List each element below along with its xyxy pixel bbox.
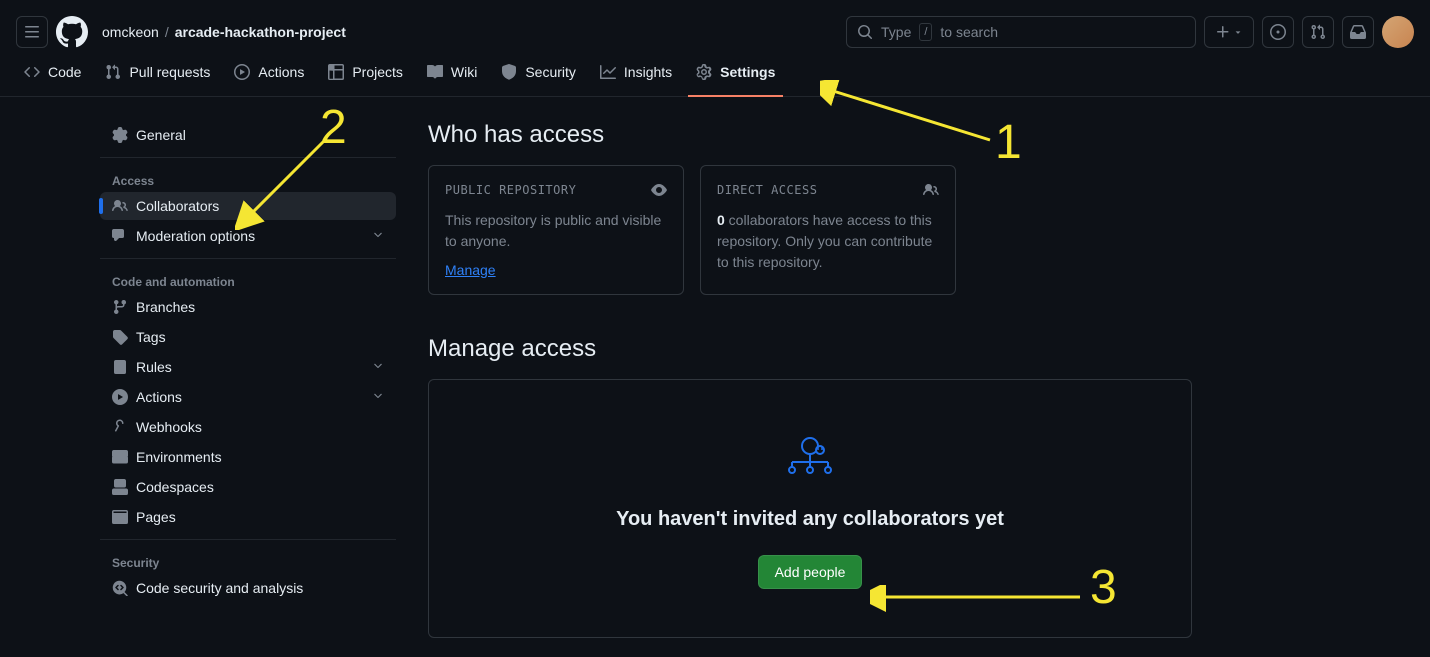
owner-link[interactable]: omckeon xyxy=(102,24,159,40)
search-icon xyxy=(857,24,873,40)
tab-wiki[interactable]: Wiki xyxy=(419,56,485,96)
breadcrumb: omckeon / arcade-hackathon-project xyxy=(102,24,346,40)
play-icon xyxy=(234,64,250,80)
sidebar-item-code-security[interactable]: Code security and analysis xyxy=(100,574,396,602)
server-icon xyxy=(112,449,128,465)
chevron-down-icon xyxy=(372,228,384,244)
sidebar-item-branches[interactable]: Branches xyxy=(100,293,396,321)
graph-icon xyxy=(600,64,616,80)
sidebar-heading-access: Access xyxy=(100,166,396,192)
hamburger-menu[interactable] xyxy=(16,16,48,48)
sidebar-item-moderation[interactable]: Moderation options xyxy=(100,222,396,250)
tab-actions[interactable]: Actions xyxy=(226,56,312,96)
codescan-icon xyxy=(112,580,128,596)
sidebar-heading-code: Code and automation xyxy=(100,267,396,293)
codespaces-icon xyxy=(112,479,128,495)
tab-security[interactable]: Security xyxy=(493,56,584,96)
search-input[interactable]: Type / to search xyxy=(846,16,1196,48)
code-icon xyxy=(24,64,40,80)
tab-projects[interactable]: Projects xyxy=(320,56,411,96)
notifications-button[interactable] xyxy=(1342,16,1374,48)
card-label: PUBLIC REPOSITORY xyxy=(445,183,576,197)
collaborators-empty-icon xyxy=(782,428,838,484)
sidebar-heading-security: Security xyxy=(100,548,396,574)
comment-discussion-icon xyxy=(112,228,128,244)
sidebar-item-collaborators[interactable]: Collaborators xyxy=(100,192,396,220)
people-icon xyxy=(112,198,128,214)
tag-icon xyxy=(112,329,128,345)
git-pull-request-icon xyxy=(105,64,121,80)
gear-icon xyxy=(112,127,128,143)
git-branch-icon xyxy=(112,299,128,315)
tab-pulls[interactable]: Pull requests xyxy=(97,56,218,96)
sidebar-item-pages[interactable]: Pages xyxy=(100,503,396,531)
add-people-button[interactable]: Add people xyxy=(758,555,863,589)
card-text: 0 collaborators have access to this repo… xyxy=(717,210,939,273)
people-icon xyxy=(923,182,939,198)
github-logo-icon[interactable] xyxy=(56,16,88,48)
section-heading-manage: Manage access xyxy=(428,335,1192,363)
chevron-down-icon xyxy=(372,389,384,405)
sidebar-item-codespaces[interactable]: Codespaces xyxy=(100,473,396,501)
gear-icon xyxy=(696,64,712,80)
sidebar-item-rules[interactable]: Rules xyxy=(100,353,396,381)
sidebar-item-webhooks[interactable]: Webhooks xyxy=(100,413,396,441)
search-prefix: Type xyxy=(881,24,911,40)
user-avatar[interactable] xyxy=(1382,16,1414,48)
create-new-button[interactable] xyxy=(1204,16,1254,48)
table-icon xyxy=(328,64,344,80)
card-label: DIRECT ACCESS xyxy=(717,183,817,197)
sidebar-item-general[interactable]: General xyxy=(100,121,396,149)
chevron-down-icon xyxy=(372,359,384,375)
tab-code[interactable]: Code xyxy=(16,56,89,96)
ruler-icon xyxy=(112,359,128,375)
sidebar-item-environments[interactable]: Environments xyxy=(100,443,396,471)
sidebar-item-tags[interactable]: Tags xyxy=(100,323,396,351)
manage-access-panel: You haven't invited any collaborators ye… xyxy=(428,379,1192,638)
card-public-repo: PUBLIC REPOSITORY This repository is pub… xyxy=(428,165,684,295)
issues-button[interactable] xyxy=(1262,16,1294,48)
empty-state-heading: You haven't invited any collaborators ye… xyxy=(616,508,1004,531)
play-icon xyxy=(112,389,128,405)
repo-link[interactable]: arcade-hackathon-project xyxy=(175,24,346,40)
sidebar-item-actions[interactable]: Actions xyxy=(100,383,396,411)
tab-insights[interactable]: Insights xyxy=(592,56,680,96)
eye-icon xyxy=(651,182,667,198)
browser-icon xyxy=(112,509,128,525)
book-icon xyxy=(427,64,443,80)
section-heading-access: Who has access xyxy=(428,121,1192,149)
search-suffix: to search xyxy=(940,24,998,40)
search-kbd: / xyxy=(919,23,932,41)
shield-icon xyxy=(501,64,517,80)
tab-settings[interactable]: Settings xyxy=(688,56,783,96)
card-direct-access: DIRECT ACCESS 0 collaborators have acces… xyxy=(700,165,956,295)
webhook-icon xyxy=(112,419,128,435)
pulls-button[interactable] xyxy=(1302,16,1334,48)
breadcrumb-separator: / xyxy=(165,24,169,40)
manage-link[interactable]: Manage xyxy=(445,262,496,278)
card-text: This repository is public and visible to… xyxy=(445,210,667,252)
